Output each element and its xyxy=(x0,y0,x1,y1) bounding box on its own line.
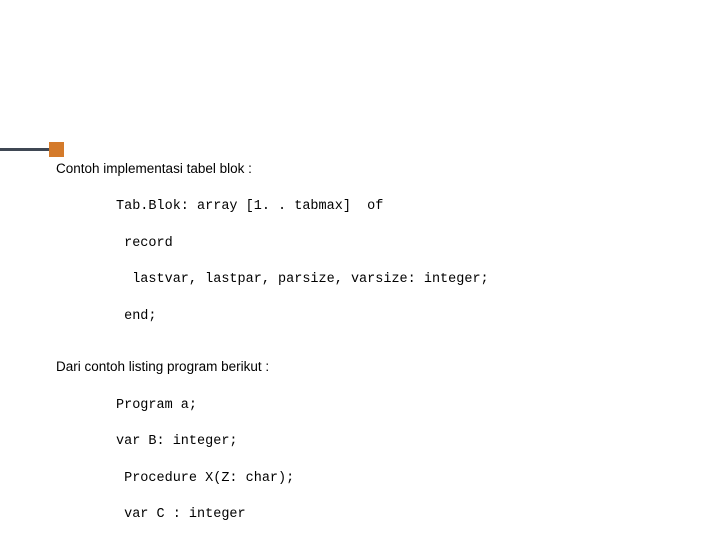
code-line: Tab.Blok: array [1. . tabmax] of xyxy=(116,198,700,216)
slide: Contoh implementasi tabel blok : Tab.Blo… xyxy=(0,0,720,540)
code-line: var B: integer; xyxy=(116,433,700,451)
section1-heading: Contoh implementasi tabel blok : xyxy=(56,160,700,178)
accent-square-icon xyxy=(49,142,64,157)
section2-heading: Dari contoh listing program berikut : xyxy=(56,358,700,376)
section1-code: Tab.Blok: array [1. . tabmax] of record … xyxy=(116,180,700,344)
code-line: lastvar, lastpar, parsize, varsize: inte… xyxy=(116,271,700,289)
code-line: Program a; xyxy=(116,397,700,415)
code-line: record xyxy=(116,235,700,253)
code-line: Procedure X(Z: char); xyxy=(116,470,700,488)
code-line: end; xyxy=(116,308,700,326)
accent-line xyxy=(0,148,49,151)
code-line: var C : integer xyxy=(116,506,700,524)
section2-code: Program a; var B: integer; Procedure X(Z… xyxy=(116,378,700,540)
content-area: Contoh implementasi tabel blok : Tab.Blo… xyxy=(56,160,700,540)
